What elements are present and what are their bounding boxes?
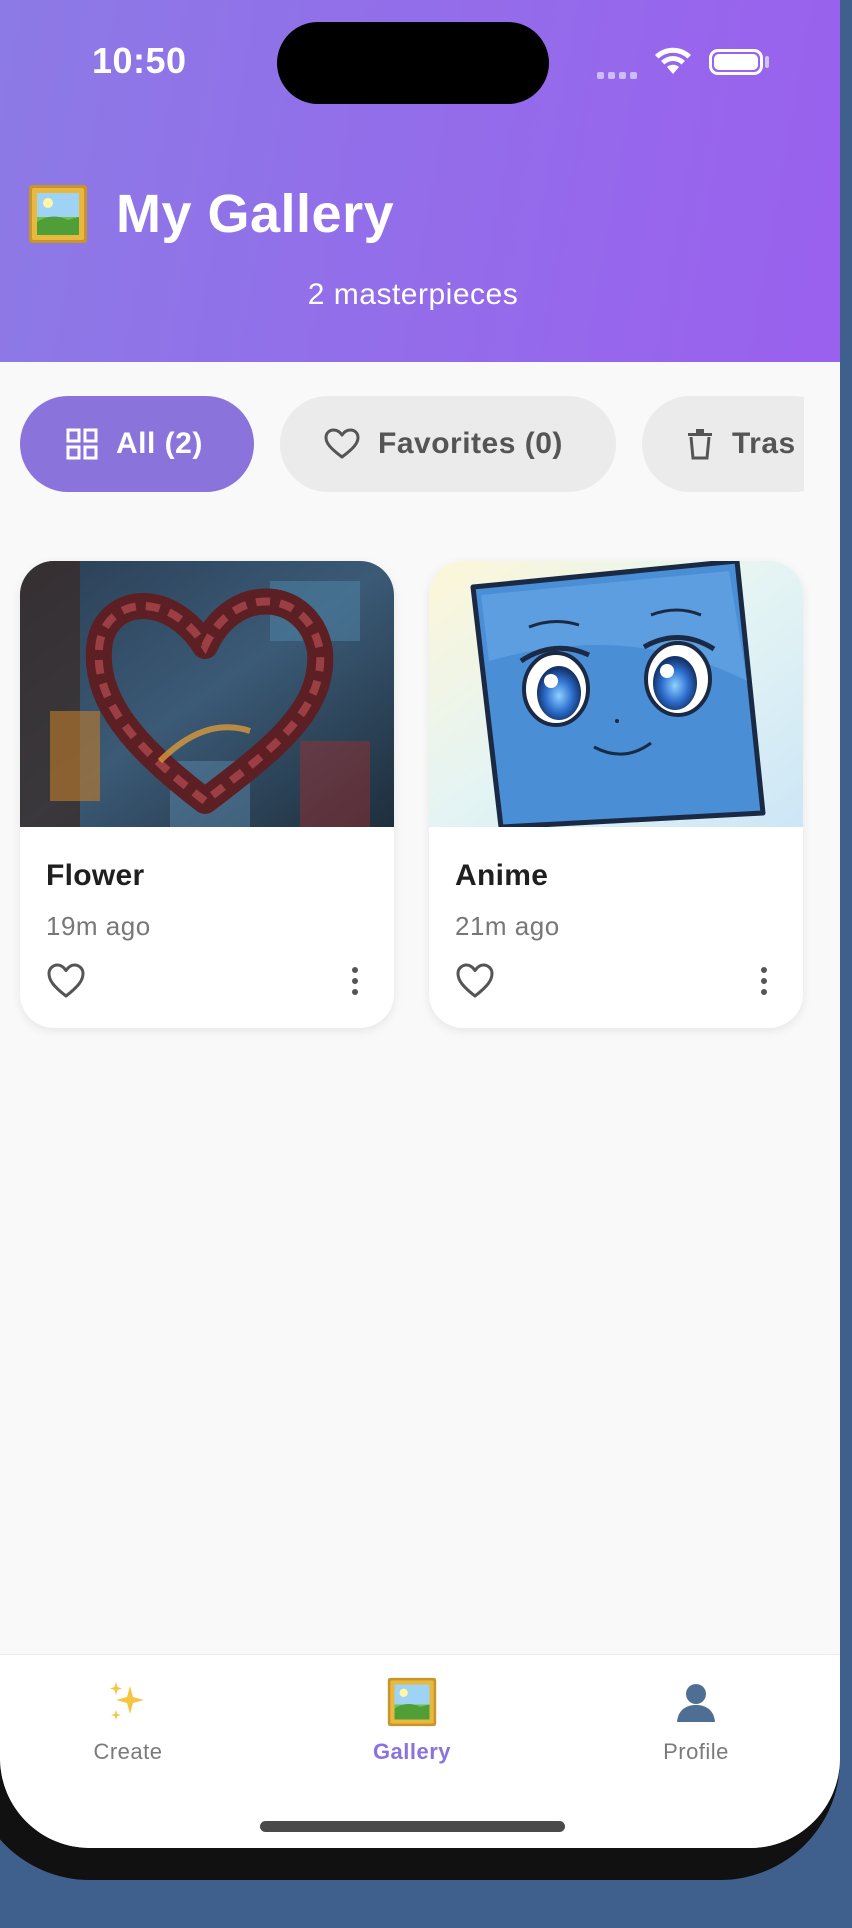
framed-picture-icon [387,1677,437,1727]
battery-icon [709,49,763,75]
nav-item-create[interactable]: Create [28,1677,228,1765]
favorite-heart-icon[interactable] [455,961,495,1001]
gallery-card[interactable]: Flower 19m ago [20,561,394,1028]
person-silhouette-icon [677,1684,715,1722]
tab-favorites[interactable]: Favorites (0) [280,396,616,492]
app-screen: 10:50 My Gallery 2 masterpieces All (2) … [0,0,840,1848]
nav-label-profile: Profile [663,1739,729,1764]
filter-tabs: All (2) Favorites (0) Tras [20,396,804,492]
tab-trash-label: Tras [732,427,796,460]
tab-all-label: All (2) [116,427,203,460]
nav-item-profile[interactable]: Profile [596,1677,796,1765]
heart-outline-icon [324,428,360,459]
item-count-subtitle: 2 masterpieces [307,278,519,311]
nav-label-gallery: Gallery [372,1739,452,1764]
nav-item-gallery[interactable]: Gallery [312,1677,512,1765]
gallery-card[interactable]: Anime 21m ago [429,561,803,1028]
battery-tip [765,56,769,68]
cellular-signal-icon [597,66,641,84]
page-title: My Gallery [116,184,395,244]
more-options-icon[interactable] [749,961,779,1001]
artwork-title: Flower [46,859,145,892]
artwork-thumbnail[interactable] [20,561,394,827]
status-bar: 10:50 [0,0,840,120]
trash-icon [688,429,712,460]
status-time: 10:50 [92,40,187,81]
tab-trash[interactable]: Tras [642,396,804,492]
artwork-title: Anime [455,859,549,892]
framed-picture-icon [29,185,87,243]
artwork-timestamp: 19m ago [46,911,151,941]
tab-all[interactable]: All (2) [20,396,254,492]
title-row: My Gallery [28,182,394,246]
home-indicator [260,1821,565,1832]
nav-label-create: Create [93,1739,163,1764]
gallery-header: 10:50 My Gallery 2 masterpieces [0,0,840,362]
grid-icon [66,428,98,460]
bottom-navigation: Create Gallery Profile [0,1654,840,1848]
favorite-heart-icon[interactable] [46,961,86,1001]
more-options-icon[interactable] [340,961,370,1001]
artwork-timestamp: 21m ago [455,911,560,941]
wifi-icon [655,47,691,74]
artwork-thumbnail[interactable] [429,561,803,827]
sparkles-icon [110,1682,144,1720]
tab-favorites-label: Favorites (0) [378,427,563,460]
dynamic-island [277,22,549,104]
